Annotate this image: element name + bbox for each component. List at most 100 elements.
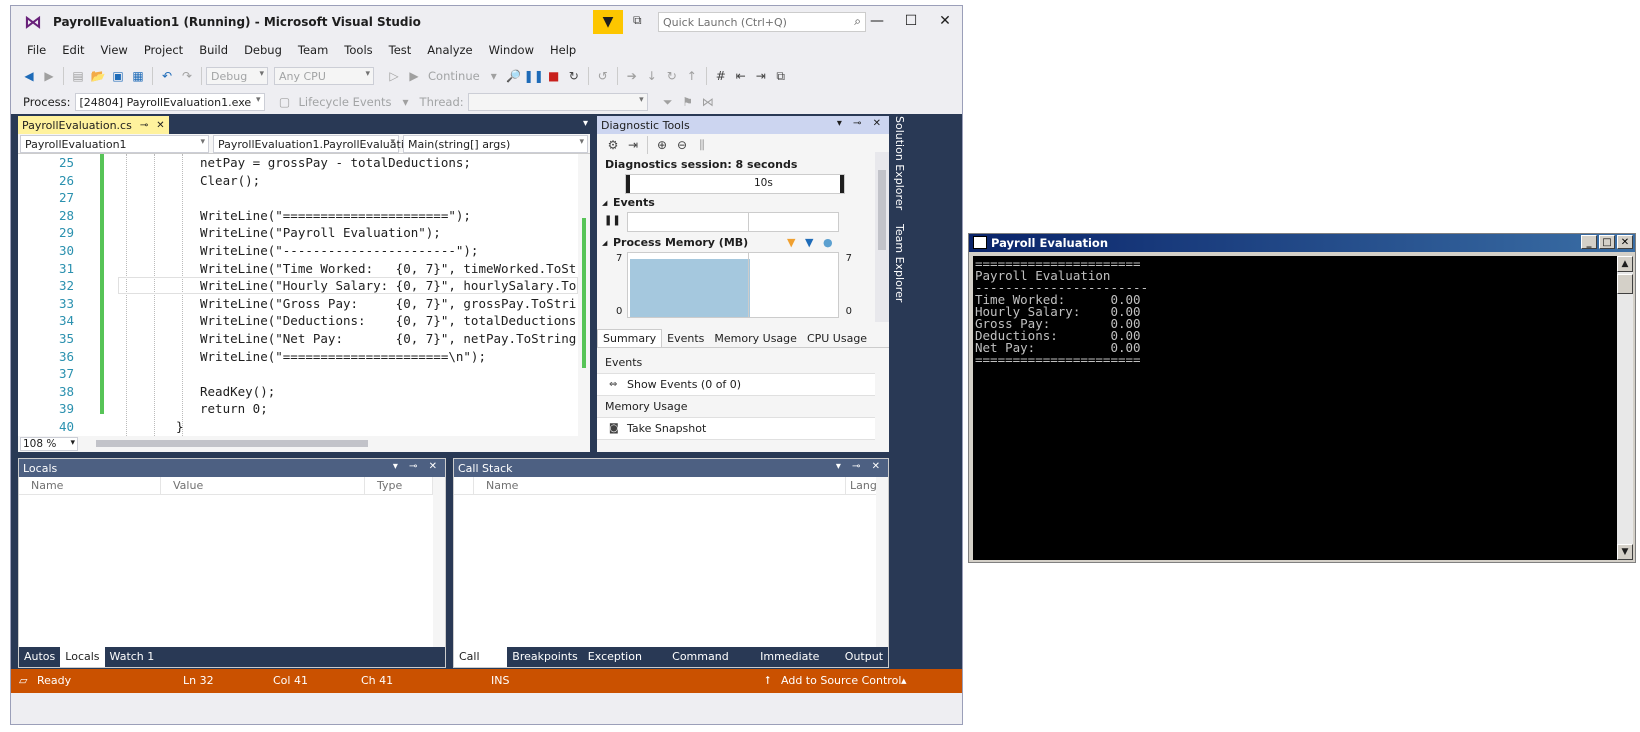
zoom-dropdown[interactable]: 108 % <box>20 437 78 451</box>
console-maximize-button[interactable]: □ <box>1599 235 1615 249</box>
diagnostics-timeline[interactable]: 10s <box>625 174 845 194</box>
scroll-thumb[interactable] <box>1617 274 1633 294</box>
menu-analyze[interactable]: Analyze <box>419 43 480 57</box>
notifications-filter-icon[interactable]: ▼ <box>593 10 623 34</box>
solution-explorer-tab[interactable]: Solution Explorer <box>893 116 906 210</box>
console-minimize-button[interactable]: _ <box>1581 235 1597 249</box>
panel-window-controls[interactable]: ▾ ⊸ ✕ <box>836 461 884 472</box>
settings-gear-icon[interactable]: ⚙ <box>603 135 623 155</box>
indent-icon[interactable]: ⇥ <box>751 66 771 86</box>
tab-autos[interactable]: Autos <box>19 647 60 667</box>
restart-icon[interactable]: ↻ <box>564 66 584 86</box>
configuration-dropdown[interactable]: Debug <box>206 67 268 85</box>
tab-call-stack[interactable]: Call Stack <box>454 647 508 683</box>
zoom-out-icon[interactable]: ⊖ <box>672 135 692 155</box>
continue-button[interactable]: Continue <box>428 69 480 83</box>
take-snapshot-button[interactable]: ◙ Take Snapshot <box>597 418 875 440</box>
source-control-arrow-icon[interactable]: ▴ <box>901 674 907 687</box>
tab-watch-1[interactable]: Watch 1 <box>105 647 160 667</box>
menu-file[interactable]: File <box>19 43 54 57</box>
show-next-statement-icon[interactable]: ↺ <box>593 66 613 86</box>
editor-vertical-scrollbar[interactable] <box>578 154 590 436</box>
hex-display-icon[interactable]: # <box>711 66 731 86</box>
menu-test[interactable]: Test <box>381 43 420 57</box>
project-nav-dropdown[interactable]: PayrollEvaluation1 <box>20 135 209 153</box>
lifecycle-events-dropdown[interactable]: Lifecycle Events <box>299 95 392 109</box>
diagnostics-scrollbar[interactable] <box>875 152 889 322</box>
column-name[interactable]: Name <box>19 477 161 494</box>
code-area[interactable]: 25 netPay = grossPay - totalDeductions; 2… <box>18 154 578 436</box>
reset-zoom-icon[interactable]: ⫼ <box>692 135 712 155</box>
console-close-button[interactable]: ✕ <box>1617 235 1633 249</box>
redo-icon[interactable]: ↷ <box>177 66 197 86</box>
tab-exception-settings[interactable]: Exception Setti... <box>583 647 667 683</box>
process-memory-header[interactable]: Process Memory (MB) ▼ ▼ ● <box>597 234 889 252</box>
close-button[interactable]: ✕ <box>928 6 962 36</box>
menu-help[interactable]: Help <box>542 43 584 57</box>
show-threads-icon[interactable]: ⋈ <box>698 92 718 112</box>
locals-scrollbar[interactable] <box>433 477 445 647</box>
navigate-forward-icon[interactable]: ▶ <box>39 66 59 86</box>
scroll-down-icon[interactable]: ▼ <box>1617 544 1633 560</box>
start-icon[interactable]: ▷ <box>384 66 404 86</box>
quick-launch-input[interactable]: Quick Launch (Ctrl+Q) ⌕ <box>658 12 866 32</box>
tab-cpu-usage[interactable]: CPU Usage <box>802 330 872 347</box>
menu-tools[interactable]: Tools <box>336 43 380 57</box>
menu-debug[interactable]: Debug <box>236 43 290 57</box>
add-to-source-control-button[interactable]: Add to Source Control <box>781 674 901 687</box>
process-dropdown[interactable]: [24804] PayrollEvaluation1.exe <box>74 93 265 111</box>
menu-window[interactable]: Window <box>481 43 542 57</box>
feedback-icon[interactable]: ⧉ <box>633 13 642 28</box>
continue-icon[interactable]: ▶ <box>404 66 424 86</box>
save-all-icon[interactable]: ▦ <box>128 66 148 86</box>
step-over-icon[interactable]: ➔ <box>622 66 642 86</box>
maximize-button[interactable]: ☐ <box>894 6 928 36</box>
menu-view[interactable]: View <box>93 43 136 57</box>
tab-breakpoints[interactable]: Breakpoints <box>507 647 583 667</box>
menu-team[interactable]: Team <box>290 43 336 57</box>
column-value[interactable]: Value <box>161 477 365 494</box>
comment-icon[interactable]: ⇤ <box>731 66 751 86</box>
column-type[interactable]: Type <box>365 477 433 494</box>
pin-icon[interactable]: ⊸ <box>140 120 148 131</box>
platform-dropdown[interactable]: Any CPU <box>274 67 374 85</box>
console-output[interactable]: ====================== Payroll Evaluatio… <box>973 256 1617 560</box>
thread-flag-icon[interactable]: ⚑ <box>678 92 698 112</box>
thread-dropdown[interactable] <box>467 93 648 111</box>
panel-window-controls[interactable]: ▾ ⊸ ✕ <box>393 461 441 472</box>
code-editor[interactable]: PayrollEvaluation.cs ⊸ ✕ ▾ PayrollEvalua… <box>18 116 590 452</box>
select-tools-icon[interactable]: ⇥ <box>623 135 643 155</box>
open-file-icon[interactable]: 📂 <box>88 66 108 86</box>
tab-locals[interactable]: Locals <box>60 647 105 667</box>
panel-window-controls[interactable]: ▾ ⊸ ✕ <box>837 118 885 129</box>
class-nav-dropdown[interactable]: PayrollEvaluation1.PayrollEvaluati <box>212 135 404 153</box>
pause-icon[interactable]: ❚❚ <box>604 215 621 226</box>
close-tab-icon[interactable]: ✕ <box>156 120 164 131</box>
tab-events[interactable]: Events <box>662 330 709 347</box>
thread-filter-icon[interactable]: ⏷ <box>658 92 678 112</box>
tab-memory-usage[interactable]: Memory Usage <box>709 330 802 347</box>
member-nav-dropdown[interactable]: Main(string[] args) <box>402 135 588 153</box>
zoom-in-icon[interactable]: ⊕ <box>652 135 672 155</box>
minimize-button[interactable]: — <box>860 6 894 36</box>
menu-project[interactable]: Project <box>136 43 191 57</box>
tab-command-window[interactable]: Command Wind... <box>667 647 755 683</box>
tab-immediate-window[interactable]: Immediate Win... <box>755 647 840 683</box>
show-events-link[interactable]: ⇔ Show Events (0 of 0) <box>597 374 875 396</box>
step-back-icon[interactable]: ↻ <box>662 66 682 86</box>
column-name[interactable]: Name <box>474 477 846 494</box>
editor-horizontal-scrollbar[interactable] <box>96 440 368 447</box>
menu-build[interactable]: Build <box>191 43 236 57</box>
find-icon[interactable]: 🔎 <box>504 66 524 86</box>
scroll-up-icon[interactable]: ▲ <box>1617 256 1633 272</box>
call-stack-scrollbar[interactable] <box>876 477 888 647</box>
new-project-icon[interactable]: ▤ <box>68 66 88 86</box>
menu-edit[interactable]: Edit <box>54 43 92 57</box>
tab-output[interactable]: Output <box>840 647 888 667</box>
step-into-icon[interactable]: ↓ <box>642 66 662 86</box>
step-out-icon[interactable]: ↑ <box>682 66 702 86</box>
break-all-icon[interactable]: ❚❚ <box>524 66 544 86</box>
navigate-back-icon[interactable]: ◀ <box>19 66 39 86</box>
events-section-header[interactable]: Events <box>597 194 889 212</box>
document-tab[interactable]: PayrollEvaluation.cs ⊸ ✕ <box>18 116 169 134</box>
